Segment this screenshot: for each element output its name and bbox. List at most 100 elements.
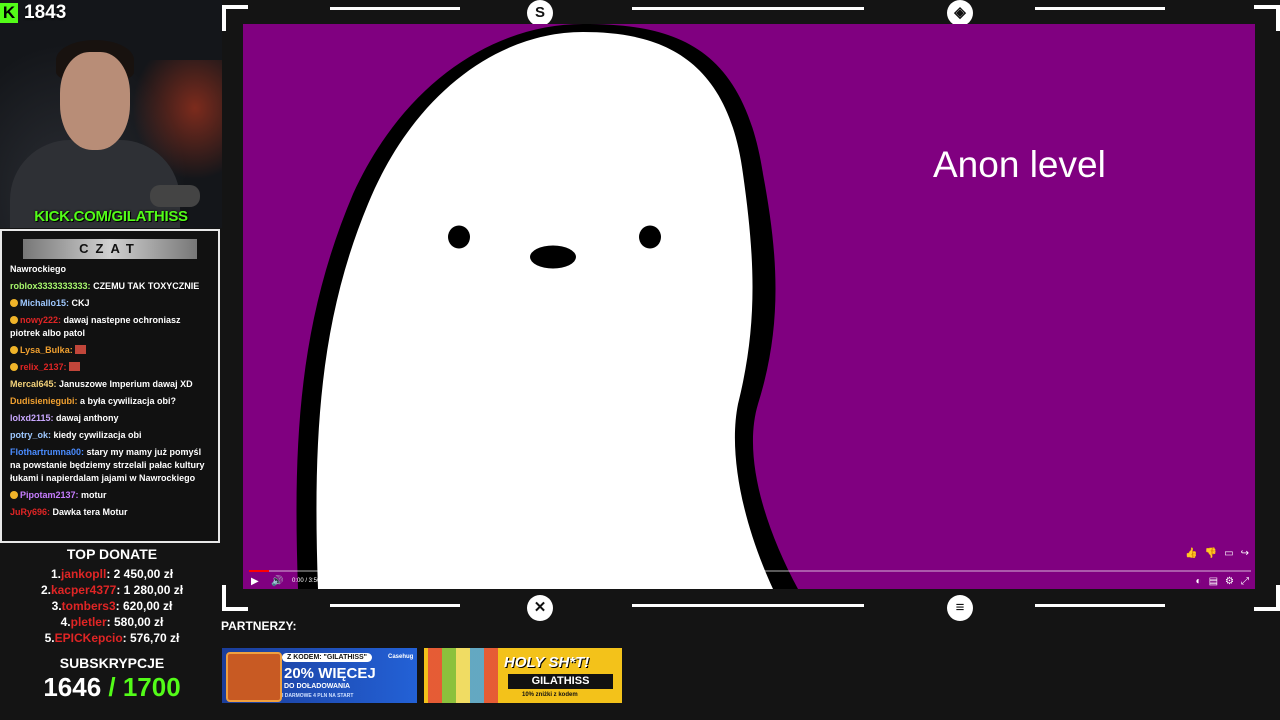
chat-username[interactable]: potry_ok:	[10, 430, 51, 440]
subscriptions-title: SUBSKRYPCJE	[59, 655, 165, 671]
chat-message: JuRy696: Dawka tera Motur	[10, 506, 210, 519]
banner-headline: 20% WIĘCEJ	[284, 665, 376, 682]
banner-subline: DO DOŁADOWANIA	[284, 683, 351, 690]
donate-name: jankopll	[60, 567, 107, 581]
comment-icon[interactable]: ▭	[1224, 548, 1233, 559]
frame-line	[1035, 604, 1165, 607]
chat-text: Dawka tera Motur	[50, 507, 128, 517]
frame-line	[632, 604, 864, 607]
chat-messages: Nawrockiego roblox3333333333: CZEMU TAK T…	[2, 263, 218, 519]
chat-badge-icon	[10, 299, 18, 307]
banner-brand: Casehug	[388, 654, 414, 660]
chat-panel: CZAT Nawrockiego roblox3333333333: CZEMU …	[0, 229, 220, 543]
autoplay-toggle-icon[interactable]: ◐	[1196, 576, 1202, 587]
donate-amount: : 580,00 zł	[106, 615, 164, 629]
donate-rank: 4.	[60, 615, 71, 629]
donate-row: 1.jankopll: 2 450,00 zł	[0, 566, 224, 582]
viewer-count: 1843	[24, 2, 67, 23]
progress-fill	[249, 570, 270, 572]
fullscreen-icon[interactable]: ⤢	[1241, 576, 1249, 587]
donate-rank: 5.	[44, 631, 55, 645]
video-player[interactable]: Anon level	[243, 24, 1255, 589]
chat-text: CZEMU TAK TOXYCZNIE	[90, 281, 200, 291]
kick-url: KICK.COM/GILATHISS	[34, 208, 188, 225]
share-icon[interactable]: ↪	[1241, 548, 1249, 559]
play-icon[interactable]: ▶	[251, 576, 259, 587]
banner-fineprint: I DARMOWE 4 PLN NA START	[282, 693, 354, 699]
frame-line	[330, 7, 460, 10]
chat-message: potry_ok: kiedy cywilizacja obi	[10, 429, 210, 442]
chat-message: Pipotam2137: motur	[10, 489, 210, 502]
video-controls: 👍 👎 ▭ ↪ ▶ 🔊 0:00 / 3:50 ◐ ▤ ⚙ ⤢	[243, 548, 1255, 590]
x-logo-icon: ✕	[527, 595, 553, 621]
slide-text: Anon level	[933, 144, 1106, 185]
ghost-illustration	[296, 24, 798, 589]
chat-text: Nawrockiego	[10, 264, 67, 274]
chat-badge-icon	[10, 316, 18, 324]
chat-message: nowy222: dawaj nastepne ochroniasz piotr…	[10, 314, 210, 340]
ghost-right-eye	[639, 225, 661, 249]
donate-rank: 3.	[51, 599, 62, 613]
video-right-controls: ◐ ▤ ⚙ ⤢	[1196, 576, 1249, 587]
banner-discount: 10% zniżki z kodem	[522, 692, 578, 698]
volume-icon[interactable]: 🔊	[271, 576, 283, 587]
chat-message: roblox3333333333: CZEMU TAK TOXYCZNIE	[10, 280, 210, 293]
chat-message: lolxd2115: dawaj anthony	[10, 412, 210, 425]
subtitles-icon[interactable]: ▤	[1209, 576, 1218, 587]
donate-name: kacper4377	[50, 583, 117, 597]
donate-amount: : 576,70 zł	[122, 631, 180, 645]
chat-emote-icon	[74, 345, 86, 354]
donate-amount: : 2 450,00 zł	[106, 567, 174, 581]
banner-headline: HOLY SH*T!	[504, 654, 590, 671]
subscriptions-current: 1646	[43, 672, 102, 702]
ghost-body	[316, 32, 773, 589]
progress-bar[interactable]	[249, 570, 1251, 572]
top-donate-list: 1.jankopll: 2 450,00 zł 2.kacper4377: 1 2…	[0, 566, 224, 646]
streamer-head	[60, 52, 130, 150]
crosshair-icon: ◈	[947, 0, 973, 26]
chat-text: CKJ	[69, 298, 90, 308]
donate-row: 5.EPICKepcio: 576,70 zł	[0, 630, 224, 646]
donate-row: 2.kacper4377: 1 280,00 zł	[0, 582, 224, 598]
chat-username[interactable]: Dudisieniegubi:	[10, 396, 78, 406]
chat-message: Lysa_Bulka:	[10, 344, 210, 357]
frame-corner-top-right	[1254, 5, 1280, 31]
chat-text: dawaj anthony	[53, 413, 119, 423]
chat-username[interactable]: Pipotam2137:	[20, 490, 79, 500]
chat-message: Dudisieniegubi: a była cywilizacja obi?	[10, 395, 210, 408]
stripes-logo-icon: ≡	[947, 595, 973, 621]
chat-badge-icon	[10, 363, 18, 371]
chat-username[interactable]: lolxd2115:	[10, 413, 54, 423]
video-side-actions: 👍 👎 ▭ ↪	[1185, 548, 1249, 559]
logo-s-icon: S	[527, 0, 553, 26]
like-icon[interactable]: 👍	[1185, 548, 1197, 559]
chat-username[interactable]: roblox3333333333:	[10, 281, 91, 291]
donate-rank: 1.	[50, 567, 61, 581]
chat-username[interactable]: JuRy696:	[10, 507, 50, 517]
subscriptions-goal: / 1700	[101, 672, 181, 702]
chat-message: Flothartrumna00: stary my mamy już pomyś…	[10, 446, 210, 485]
kick-logo-icon: K	[0, 3, 18, 23]
donate-rank: 2.	[40, 583, 51, 597]
chat-badge-icon	[10, 491, 18, 499]
viewer-badge: K 1843	[0, 2, 66, 24]
chat-username[interactable]: relix_2137:	[20, 362, 67, 372]
chat-title: CZAT	[23, 239, 197, 259]
partner-banner-casehug[interactable]: Z KODEM: "GILATHISS" Casehug 20% WIĘCEJ …	[222, 648, 417, 703]
time-display: 0:00 / 3:50	[292, 578, 321, 584]
settings-gear-icon[interactable]: ⚙	[1225, 576, 1234, 587]
chat-username[interactable]: Mercal645:	[10, 379, 57, 389]
donate-row: 4.pletler: 580,00 zł	[0, 614, 224, 630]
chat-username[interactable]: Michallo15:	[20, 298, 69, 308]
frame-line	[1035, 7, 1165, 10]
chat-username[interactable]: Lysa_Bulka:	[20, 345, 73, 355]
donate-amount: : 620,00 zł	[115, 599, 173, 613]
chat-text: kiedy cywilizacja obi	[51, 430, 142, 440]
dislike-icon[interactable]: 👎	[1205, 548, 1217, 559]
ghost-mouth	[530, 245, 576, 269]
chat-message: Mercal645: Januszowe Imperium dawaj XD	[10, 378, 210, 391]
frame-line	[330, 604, 460, 607]
chat-username[interactable]: Flothartrumna00:	[10, 447, 84, 457]
partner-banner-holyshit[interactable]: HOLY SH*T! GILATHISS 10% zniżki z kodem	[424, 648, 622, 703]
chat-username[interactable]: nowy222:	[20, 315, 61, 325]
